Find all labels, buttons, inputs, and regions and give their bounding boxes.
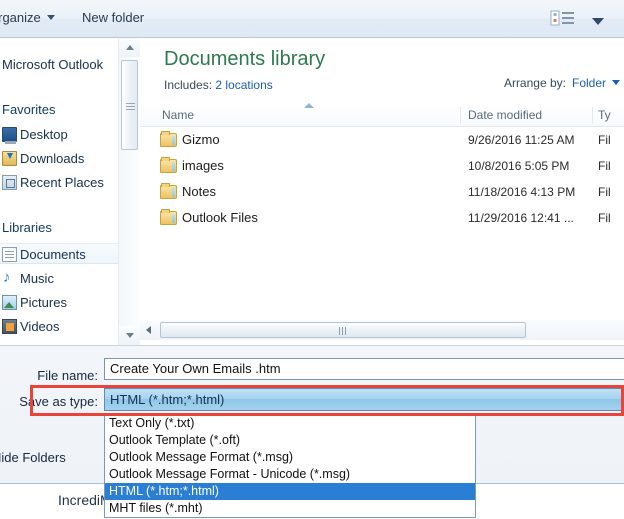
chevron-down-icon [612,80,620,86]
column-header-name[interactable]: Name [162,108,194,122]
filelist-horizontal-scrollbar[interactable] [140,320,624,340]
arrange-by-label: Arrange by: [503,76,566,90]
navpane-vertical-scrollbar[interactable] [118,38,140,345]
scroll-down-arrow-icon[interactable] [119,326,140,345]
save-as-type-dropdown-list[interactable]: Text Only (*.txt) Outlook Template (*.of… [104,414,476,518]
file-name: images [182,158,224,173]
file-name-label: File name: [37,368,98,383]
file-type: Fil [598,211,611,225]
new-folder-button[interactable]: New folder [82,9,144,27]
save-as-type-label: Save as type: [19,394,98,409]
hide-folders-button[interactable]: Hide Folders [0,450,66,465]
file-date-modified: 11/29/2016 12:41 ... [468,211,574,225]
save-as-type-combobox[interactable]: HTML (*.htm;*.html) [104,388,624,411]
sidebar-item-downloads[interactable]: Downloads [0,148,118,169]
file-name-value: Create Your Own Emails .htm [110,361,281,376]
dropdown-option[interactable]: Text Only (*.txt) [105,415,475,432]
sidebar-item-desktop[interactable]: Desktop [0,124,118,145]
library-includes: Includes: 2 locations [164,78,273,92]
arrange-by-control[interactable]: Arrange by: Folder [504,76,620,90]
sidebar-item-label: Desktop [20,127,68,142]
includes-label: Includes: [164,78,213,92]
file-name: Gizmo [182,132,220,147]
column-headers[interactable]: Name Date modified Ty [140,103,624,127]
dropdown-option-selected[interactable]: HTML (*.htm;*.html) [105,483,475,500]
organize-label: Organize [0,10,41,25]
scroll-up-arrow-icon[interactable] [119,38,140,57]
table-row[interactable]: images 10/8/2016 5:05 PM Fil [140,155,624,179]
nav-group-favorites: Favorites [2,102,55,118]
nav-group-label: Libraries [2,220,52,235]
folder-icon [160,209,177,225]
sort-ascending-icon [304,103,314,108]
dropdown-option[interactable]: Outlook Message Format (*.msg) [105,449,475,466]
music-icon [2,267,17,288]
sidebar-item-label: Videos [20,319,60,334]
file-date-modified: 11/18/2016 4:13 PM [468,185,576,199]
table-row[interactable]: Notes 11/18/2016 4:13 PM Fil [140,181,624,205]
sidebar-item-pictures[interactable]: Pictures [0,292,118,313]
documents-icon [2,247,17,262]
sidebar-item-videos[interactable]: Videos [0,316,118,337]
organize-button[interactable]: Organize [0,9,55,27]
file-type: Fil [598,185,611,199]
file-list[interactable]: Gizmo 9/26/2016 11:25 AM Fil images 10/8… [140,127,624,317]
library-header: Documents library Includes: 2 locations … [140,38,624,98]
sidebar-item-label: Music [20,271,54,286]
file-name: Notes [182,184,216,199]
recent-places-icon [2,175,17,190]
downloads-icon [2,151,17,166]
table-row[interactable]: Gizmo 9/26/2016 11:25 AM Fil [140,129,624,153]
file-name-input[interactable]: Create Your Own Emails .htm [104,358,624,380]
folder-icon [160,157,177,173]
scrollbar-thumb[interactable] [160,322,526,338]
folder-icon [160,131,177,147]
sidebar-item-label: Recent Places [20,175,104,190]
videos-icon [2,319,17,334]
view-options-dropdown[interactable] [586,14,604,32]
column-header-type[interactable]: Ty [598,108,611,122]
save-as-type-value: HTML (*.htm;*.html) [110,392,225,407]
locations-link[interactable]: 2 locations [215,78,272,92]
dropdown-option[interactable]: Outlook Message Format - Unicode (*.msg) [105,466,475,483]
file-date-modified: 10/8/2016 5:05 PM [468,159,570,173]
file-date-modified: 9/26/2016 11:25 AM [468,133,575,147]
folder-icon [160,183,177,199]
file-type: Fil [598,133,611,147]
sidebar-item-recent-places[interactable]: Recent Places [0,172,118,193]
chevron-down-icon [592,18,604,26]
pictures-icon [2,295,17,310]
nav-item-microsoft-outlook[interactable]: Microsoft Outlook [0,54,118,75]
file-name: Outlook Files [182,210,258,225]
save-as-dialog: Organize New folder Microsoft Outlook Fa… [0,0,624,519]
list-view-icon[interactable] [548,8,578,28]
dropdown-option[interactable]: MHT files (*.mht) [105,500,475,517]
navigation-pane[interactable]: Microsoft Outlook Favorites Desktop Down… [0,38,118,345]
nav-group-label: Favorites [2,102,56,117]
scroll-left-arrow-icon[interactable] [140,320,158,340]
file-type: Fil [598,159,611,173]
arrange-by-value: Folder [571,76,606,90]
sidebar-item-label: Downloads [20,151,85,166]
sidebar-item-documents[interactable]: Documents [0,243,118,264]
scrollbar-thumb[interactable] [121,60,138,150]
dropdown-option[interactable]: Outlook Template (*.oft) [105,432,475,449]
table-row[interactable]: Outlook Files 11/29/2016 12:41 ... Fil [140,207,624,231]
new-folder-label: New folder [82,10,145,25]
sidebar-item-label: Documents [20,247,86,262]
nav-item-label: Microsoft Outlook [2,57,104,72]
dialog-toolbar: Organize New folder [0,0,624,38]
desktop-icon [2,127,17,144]
sidebar-item-label: Pictures [20,295,67,310]
nav-group-libraries: Libraries [2,220,52,236]
column-header-date-modified[interactable]: Date modified [468,108,542,122]
sidebar-item-music[interactable]: Music [0,267,118,289]
chevron-down-icon [46,15,55,21]
page-title: Documents library [164,48,326,70]
